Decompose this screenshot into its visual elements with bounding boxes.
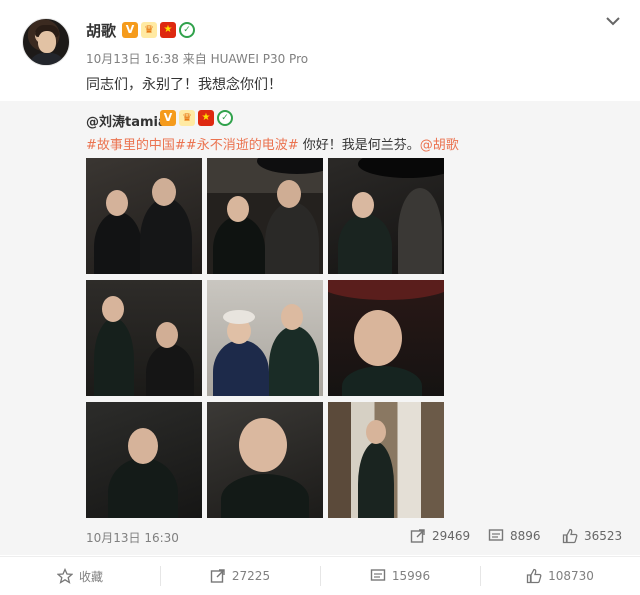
- repost-forward-count[interactable]: 29469: [410, 527, 470, 545]
- hashtag-link[interactable]: #永不消逝的电波#: [186, 138, 299, 153]
- mention-link[interactable]: @胡歌: [420, 138, 459, 153]
- green-badge-icon: ✓: [217, 110, 233, 126]
- photo-thumbnail[interactable]: [86, 280, 202, 396]
- hashtag-link[interactable]: #故事里的中国#: [86, 138, 186, 153]
- weibo-post-card: 胡歌 V ♛ ★ ✓ 10月13日 16:38 来自 HUAWEI P30 Pr…: [0, 0, 640, 595]
- photo-thumbnail[interactable]: [207, 402, 323, 518]
- forward-icon: [410, 529, 425, 543]
- star-icon: [56, 568, 73, 584]
- verified-v-icon: V: [160, 110, 176, 126]
- green-badge-icon: ✓: [179, 22, 195, 38]
- repost-author[interactable]: @刘涛tamia: [86, 111, 167, 130]
- forward-count: 29469: [432, 529, 471, 543]
- comment-icon: [488, 529, 504, 541]
- forward-icon: [210, 569, 225, 583]
- favorite-label: 收藏: [78, 569, 103, 584]
- thumbs-up-icon: [526, 568, 542, 584]
- author-badges: V ♛ ★ ✓: [122, 22, 195, 38]
- comment-button[interactable]: 15996: [320, 557, 480, 595]
- photo-thumbnail[interactable]: [207, 158, 323, 274]
- like-count: 36523: [584, 529, 623, 543]
- author-name[interactable]: 胡歌: [86, 20, 116, 41]
- comment-count: 15996: [391, 569, 431, 583]
- photo-thumbnail[interactable]: [86, 402, 202, 518]
- crown-icon: ♛: [179, 110, 195, 126]
- repost-like-count[interactable]: 36523: [562, 527, 622, 545]
- post-meta: 10月13日 16:38 来自 HUAWEI P30 Pro: [86, 52, 309, 66]
- photo-thumbnail[interactable]: [328, 280, 444, 396]
- photo-thumbnail[interactable]: [86, 158, 202, 274]
- chevron-down-icon[interactable]: [604, 14, 622, 28]
- repost-text: #故事里的中国##永不消逝的电波# 你好！我是何兰芬。@胡歌: [86, 134, 459, 153]
- verified-v-icon: V: [122, 22, 138, 38]
- repost-text-body: 你好！我是何兰芬。: [298, 138, 420, 153]
- favorite-button[interactable]: 收藏: [0, 557, 160, 595]
- like-count: 108730: [548, 569, 594, 583]
- repost-comment-count[interactable]: 8896: [488, 527, 541, 545]
- crown-icon: ♛: [141, 22, 157, 38]
- like-button[interactable]: 108730: [480, 557, 640, 595]
- photo-grid: [86, 158, 444, 518]
- author-avatar[interactable]: [22, 18, 70, 66]
- photo-thumbnail[interactable]: [328, 402, 444, 518]
- repost-block[interactable]: @刘涛tamia V ♛ ★ ✓ #故事里的中国##永不消逝的电波# 你好！我是…: [0, 101, 640, 555]
- china-flag-icon: ★: [160, 22, 176, 38]
- photo-thumbnail[interactable]: [207, 280, 323, 396]
- repost-author-badges: V ♛ ★ ✓: [160, 110, 233, 126]
- thumbs-up-icon: [562, 528, 578, 544]
- action-bar: 收藏 27225 15996 108730: [0, 556, 640, 595]
- comment-count: 8896: [510, 529, 541, 543]
- repost-time[interactable]: 10月13日 16:30: [86, 529, 179, 546]
- photo-thumbnail[interactable]: [328, 158, 444, 274]
- forward-count: 27225: [231, 569, 271, 583]
- post-text: 同志们，永别了！我想念你们！: [86, 77, 282, 93]
- china-flag-icon: ★: [198, 110, 214, 126]
- forward-button[interactable]: 27225: [160, 557, 320, 595]
- comment-icon: [370, 569, 386, 581]
